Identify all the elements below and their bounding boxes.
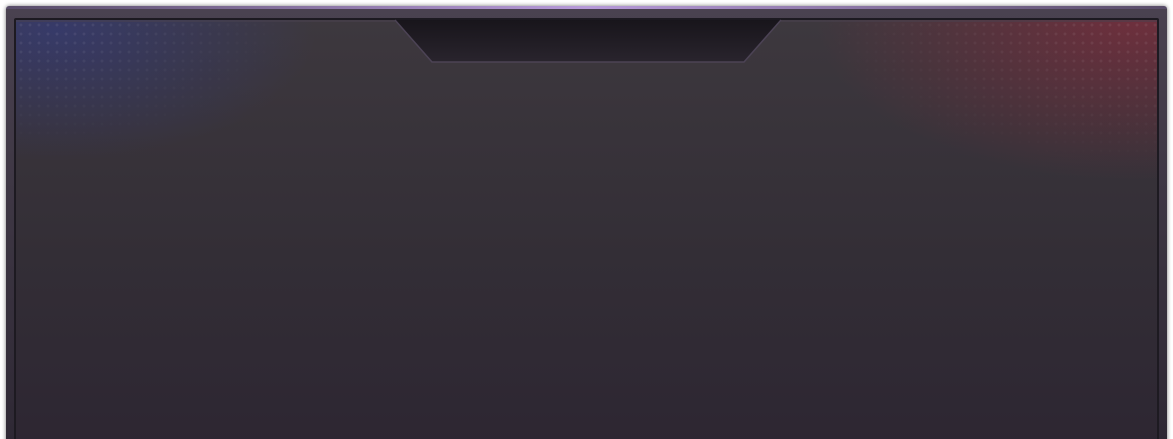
header-notch: [395, 20, 781, 62]
top-header-tab: [16, 19, 1157, 63]
window-frame: [0, 0, 1173, 439]
content-panel: [16, 20, 1157, 439]
